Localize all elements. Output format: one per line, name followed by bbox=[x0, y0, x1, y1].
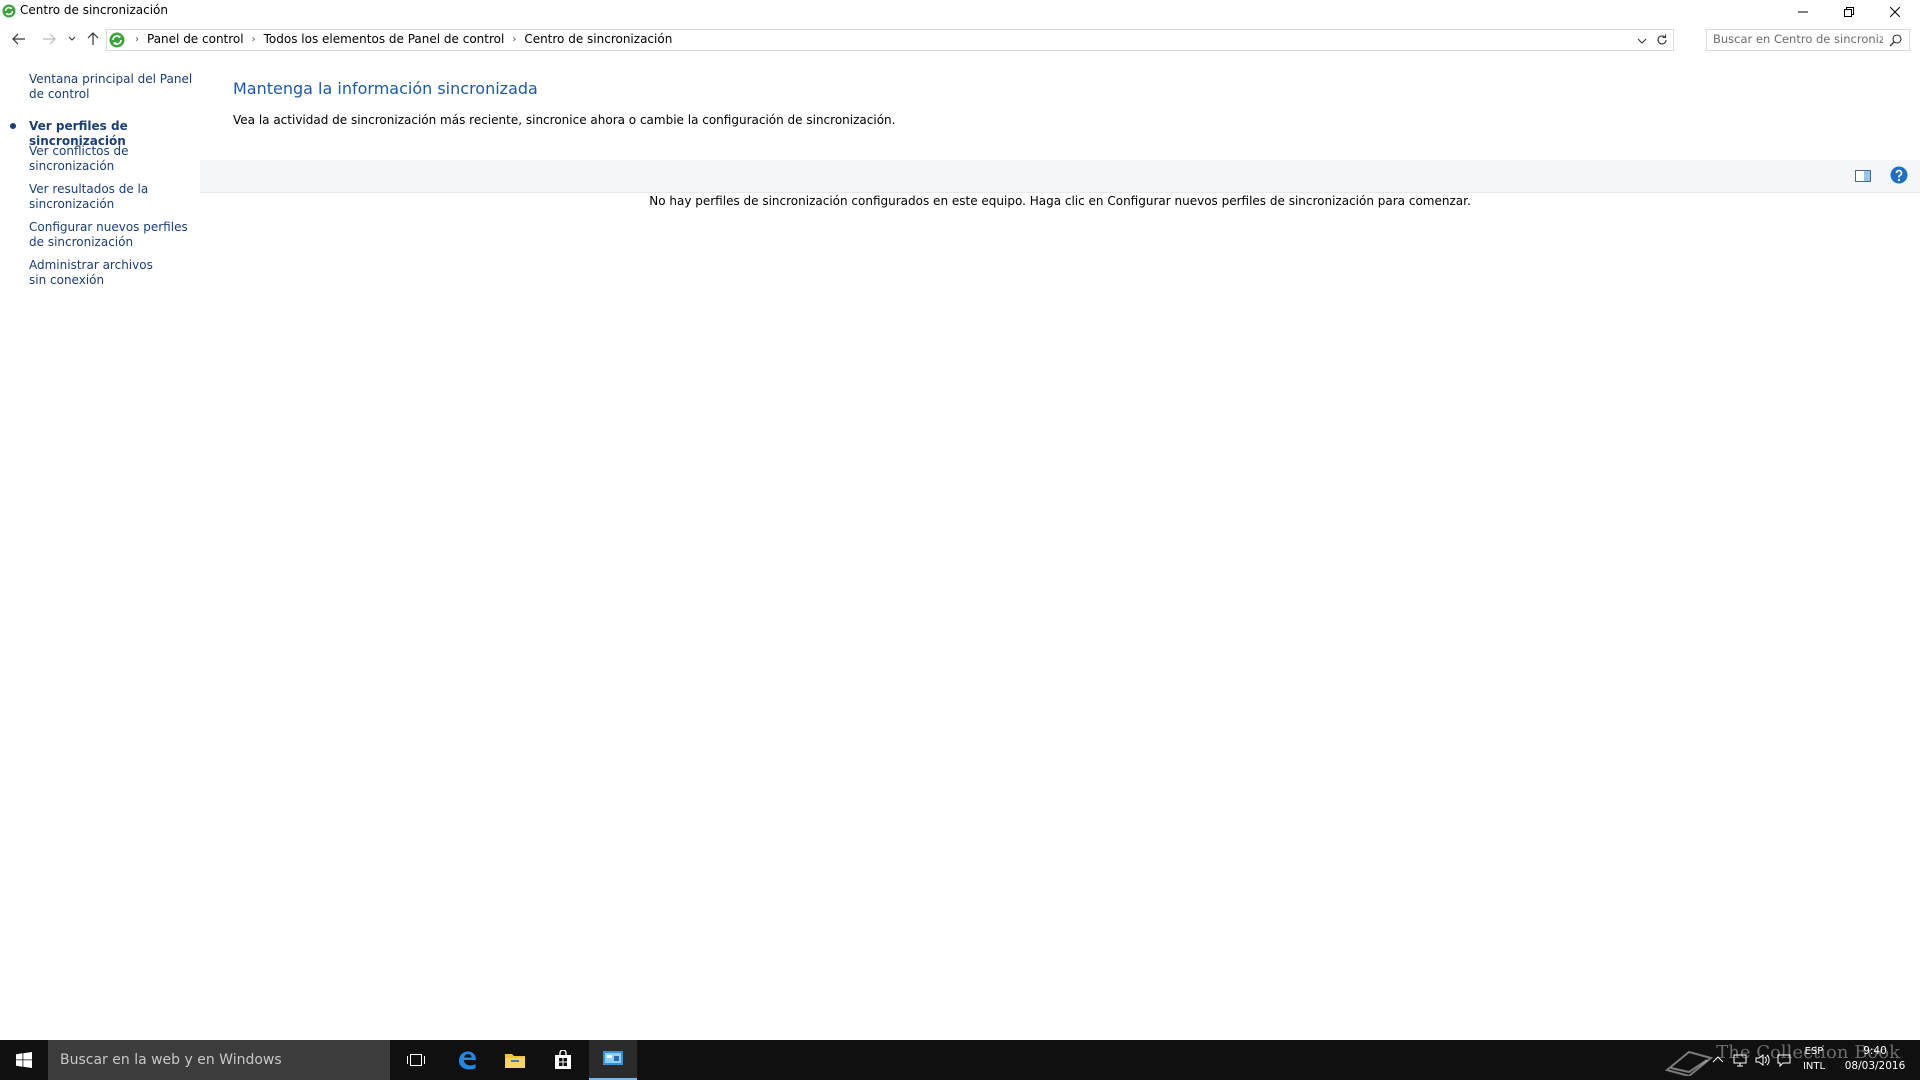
navigation-bar: › Panel de control › Todos los elementos… bbox=[0, 26, 1920, 52]
task-view-button[interactable] bbox=[392, 1040, 440, 1080]
title-bar: Centro de sincronización bbox=[0, 0, 1920, 24]
store-button[interactable] bbox=[539, 1040, 587, 1080]
chevron-down-icon bbox=[68, 36, 76, 41]
task-view-icon bbox=[407, 1054, 425, 1066]
chevron-right-icon[interactable]: › bbox=[135, 34, 139, 45]
edge-button[interactable] bbox=[443, 1040, 491, 1080]
arrow-up-icon bbox=[87, 32, 99, 45]
edge-icon bbox=[459, 1051, 476, 1070]
file-explorer-button[interactable] bbox=[491, 1040, 539, 1080]
network-icon[interactable] bbox=[1732, 1052, 1748, 1068]
breadcrumb: › Panel de control › Todos los elementos… bbox=[131, 32, 672, 46]
taskbar-search-input[interactable] bbox=[60, 1051, 380, 1069]
command-bar bbox=[200, 160, 1920, 193]
folder-icon bbox=[505, 1054, 525, 1068]
taskbar: The Collection Book ESP INTL 9:40 08/03/… bbox=[0, 1040, 1920, 1080]
help-icon[interactable] bbox=[1890, 166, 1908, 184]
keyboard-layout: INTL bbox=[1802, 1061, 1826, 1072]
sync-center-icon bbox=[109, 32, 125, 48]
restore-icon bbox=[1844, 7, 1854, 17]
search-icon bbox=[1889, 34, 1902, 47]
chevron-right-icon[interactable]: › bbox=[252, 34, 256, 45]
address-box[interactable]: › Panel de control › Todos los elementos… bbox=[106, 29, 1674, 51]
sidebar-item-configurar-perfiles[interactable]: Configurar nuevos perfiles de sincroniza… bbox=[29, 220, 189, 250]
clock-date: 08/03/2016 bbox=[1844, 1060, 1906, 1072]
notifications-icon[interactable] bbox=[1776, 1052, 1792, 1068]
sidebar-item-ver-conflictos[interactable]: Ver conflictos de sincronización bbox=[29, 144, 139, 174]
clock[interactable]: 9:40 08/03/2016 bbox=[1840, 1044, 1910, 1074]
breadcrumb-todos-los-elementos[interactable]: Todos los elementos de Panel de control bbox=[264, 32, 505, 46]
breadcrumb-centro-de-sincronizacion[interactable]: Centro de sincronización bbox=[524, 32, 672, 46]
sidebar-item-archivos-sin-conexion[interactable]: Administrar archivos sin conexión bbox=[29, 258, 169, 288]
minimize-button[interactable] bbox=[1780, 0, 1826, 24]
search-box[interactable] bbox=[1706, 29, 1910, 51]
sidebar-home-link[interactable]: Ventana principal del Panel de control bbox=[29, 72, 199, 102]
breadcrumb-panel-de-control[interactable]: Panel de control bbox=[147, 32, 244, 46]
language-indicator[interactable]: ESP INTL bbox=[1798, 1044, 1830, 1074]
minimize-icon bbox=[1798, 11, 1808, 13]
back-button[interactable] bbox=[10, 30, 28, 48]
system-tray: The Collection Book ESP INTL 9:40 08/03/… bbox=[1660, 1040, 1920, 1080]
chevron-down-icon[interactable] bbox=[1635, 34, 1649, 48]
arrow-right-icon bbox=[43, 33, 56, 45]
volume-icon[interactable] bbox=[1754, 1052, 1770, 1068]
recent-locations-button[interactable] bbox=[66, 30, 78, 48]
preview-pane-icon[interactable] bbox=[1854, 168, 1872, 184]
store-icon bbox=[555, 1050, 571, 1069]
close-button[interactable] bbox=[1872, 0, 1918, 24]
sync-center-icon bbox=[2, 4, 16, 18]
sync-center-taskbar-button[interactable] bbox=[589, 1040, 637, 1080]
page-title: Mantenga la información sincronizada bbox=[233, 79, 538, 98]
start-button[interactable] bbox=[0, 1040, 48, 1080]
restore-button[interactable] bbox=[1826, 0, 1872, 24]
taskbar-search[interactable] bbox=[48, 1040, 390, 1080]
arrow-left-icon bbox=[12, 33, 25, 45]
page-description: Vea la actividad de sincronización más r… bbox=[233, 113, 896, 127]
search-input[interactable] bbox=[1713, 31, 1883, 47]
chevron-up-icon[interactable] bbox=[1710, 1052, 1726, 1068]
empty-state-message: No hay perfiles de sincronización config… bbox=[649, 194, 1471, 208]
clock-time: 9:40 bbox=[1863, 1045, 1887, 1057]
control-panel-icon bbox=[603, 1051, 623, 1065]
active-bullet bbox=[10, 123, 16, 129]
refresh-icon[interactable] bbox=[1655, 33, 1669, 47]
windows-logo-icon bbox=[16, 1052, 32, 1068]
book-logo-icon bbox=[1664, 1050, 1714, 1076]
close-icon bbox=[1890, 7, 1900, 17]
up-button[interactable] bbox=[84, 30, 102, 48]
forward-button[interactable] bbox=[40, 30, 58, 48]
chevron-right-icon[interactable]: › bbox=[512, 34, 516, 45]
window-title: Centro de sincronización bbox=[20, 3, 168, 17]
sidebar-item-ver-resultados[interactable]: Ver resultados de la sincronización bbox=[29, 182, 149, 212]
language-code: ESP bbox=[1804, 1046, 1824, 1057]
